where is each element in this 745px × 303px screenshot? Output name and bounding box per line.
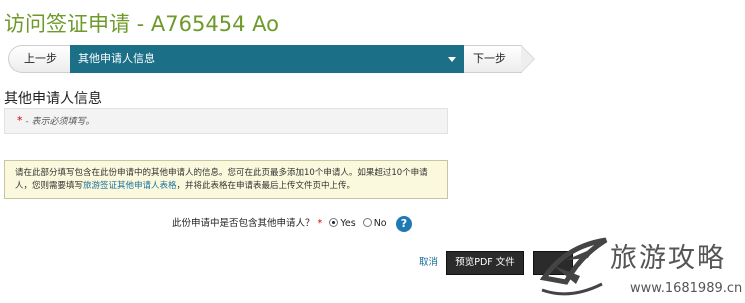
other-applicants-question: 此份申请中是否包含其他申请人？ * Yes No (172, 214, 387, 234)
required-note-box: * - 表示必须填写。 (4, 108, 448, 134)
section-select-value: 其他申请人信息 (78, 52, 155, 65)
required-note: - 表示必须填写。 (25, 117, 95, 127)
section-select[interactable]: 其他申请人信息 (70, 45, 464, 73)
section-heading: 其他申请人信息 (4, 91, 102, 107)
next-arrow-fill[interactable] (521, 46, 534, 72)
watermark-brand: 旅游攻略 (610, 243, 726, 274)
next-step-button[interactable]: 下一步 (464, 45, 522, 73)
required-star: * (317, 218, 323, 229)
previous-step-button[interactable]: 上一步 (8, 45, 72, 73)
preview-pdf-button[interactable]: 预览PDF 文件 (446, 251, 524, 275)
yes-label[interactable]: Yes (340, 218, 355, 229)
watermark-url: www.1681989.cn (630, 281, 743, 296)
cancel-link[interactable]: 取消 (419, 256, 438, 270)
question-label: 此份申请中是否包含其他申请人？ (172, 218, 315, 229)
yes-radio[interactable] (329, 218, 339, 227)
info-box: 请在此部分填写包含在此份申请中的其他申请人的信息。您可在此页最多添加10个申请人… (4, 160, 448, 199)
additional-applicants-form-link[interactable]: 旅游签证其他申请人表格 (83, 181, 177, 191)
step-navigation: 上一步 其他申请人信息 下一步 (0, 43, 745, 77)
required-star: * (17, 114, 23, 127)
info-text-end: ，并将此表格在申请表最后上传文件页中上传。 (176, 181, 356, 191)
plane-icon (539, 237, 608, 296)
no-label[interactable]: No (374, 218, 387, 229)
chevron-down-icon (448, 57, 456, 62)
no-radio[interactable] (362, 218, 372, 227)
page-title: 访问签证申请 - A765454 Ao (4, 12, 279, 36)
help-icon[interactable]: ? (396, 216, 412, 232)
watermark: 旅游攻略 www.1681989.cn (528, 220, 745, 303)
